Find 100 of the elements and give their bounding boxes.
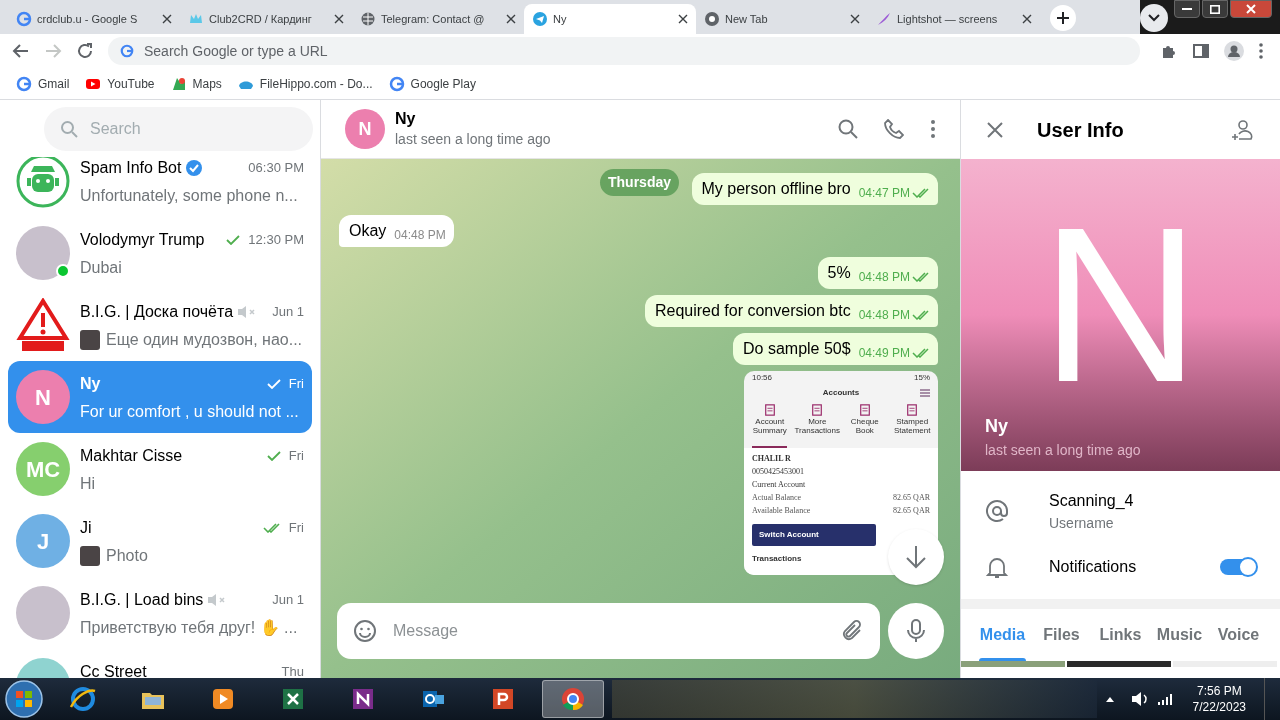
chat-list-item[interactable]: MC Makhtar Cisse Fri Hi: [8, 433, 312, 505]
account-type: Current Account: [752, 479, 807, 491]
reload-icon[interactable]: [76, 42, 94, 60]
chat-preview: Hi: [80, 474, 96, 494]
chat-list-item[interactable]: J Ji Fri Photo: [8, 505, 312, 577]
new-tab-button[interactable]: [1050, 5, 1076, 31]
google-icon: [388, 75, 405, 92]
close-button[interactable]: [1230, 0, 1272, 18]
message-text-input[interactable]: Message: [393, 619, 826, 643]
account-number: 0050425453001: [752, 466, 805, 478]
close-icon[interactable]: [987, 121, 1003, 138]
message-input[interactable]: Message: [337, 603, 880, 659]
chat-name: Ny: [80, 374, 101, 394]
minimize-button[interactable]: [1174, 0, 1200, 18]
chat-list-item[interactable]: Spam Info Bot 06:30 PM Unfortunately, some phone n...: [8, 157, 312, 217]
close-icon[interactable]: [334, 14, 344, 24]
start-button-icon[interactable]: [4, 679, 44, 719]
media-tab[interactable]: Music: [1150, 609, 1209, 661]
search-field[interactable]: Search: [44, 106, 313, 151]
scroll-down-button[interactable]: [888, 529, 944, 585]
close-icon[interactable]: [850, 14, 860, 24]
bookmark-link[interactable]: Gmail: [16, 74, 70, 93]
chat-name: Makhtar Cisse: [80, 446, 183, 466]
search-icon[interactable]: [838, 119, 858, 139]
close-icon[interactable]: [678, 14, 688, 24]
address-bar[interactable]: Search Google or type a URL: [108, 37, 1140, 65]
panel-title: User Info: [1037, 117, 1124, 143]
media-tab[interactable]: Files: [1032, 609, 1091, 661]
profile-icon[interactable]: [1224, 41, 1244, 61]
bookmark-link[interactable]: FileHippo.com - Do...: [237, 74, 373, 93]
close-icon[interactable]: [162, 14, 172, 24]
phone-clock: 10:56: [752, 371, 773, 384]
profile-name: Ny: [985, 415, 1009, 438]
chat-time: Fri: [288, 447, 304, 466]
bookmark-link[interactable]: Maps: [170, 74, 222, 93]
chevron-down-icon: [1148, 14, 1160, 22]
avatar: N: [345, 109, 385, 149]
clock-date: 7/22/2023: [1192, 699, 1246, 715]
bell-icon: [985, 555, 1009, 579]
chat-preview: Приветствую тебя друг! ✋ ...: [80, 618, 298, 638]
media-tab[interactable]: Links: [1091, 609, 1150, 661]
signal-bars-icon[interactable]: [1156, 692, 1175, 706]
browser-icon: [69, 685, 97, 713]
menu-icon[interactable]: [1258, 42, 1264, 60]
chat-time: Fri: [288, 375, 304, 394]
back-icon[interactable]: [12, 42, 30, 60]
microphone-icon: [907, 619, 925, 643]
chat-list-item[interactable]: B.I.G. | Доска почёта Jun 1 Еще один мудозвон, нао...: [8, 289, 312, 361]
menu-icon: [920, 389, 930, 397]
balance-label: Available Balance: [752, 505, 811, 517]
microphone-button[interactable]: [888, 603, 944, 659]
emoji-icon[interactable]: [353, 619, 377, 643]
bookmark-link[interactable]: Google Play: [388, 74, 476, 93]
document-icon: [858, 404, 871, 416]
tab-search-button[interactable]: [1140, 4, 1168, 32]
bookmark-link[interactable]: YouTube: [85, 74, 155, 93]
browser-tab[interactable]: crdclub.u - Google S: [8, 4, 180, 34]
google-icon: [16, 11, 32, 27]
chat-title: Ny: [395, 108, 417, 129]
tray-arrow-icon[interactable]: [1104, 695, 1115, 703]
section-heading: Transactions: [752, 553, 802, 565]
avatar-photo-placeholder: [16, 226, 70, 280]
notifications-toggle[interactable]: [1220, 559, 1256, 575]
chat-time: 12:30 PM: [248, 231, 304, 250]
chat-preview: Photo: [106, 546, 148, 566]
message-text: Do sample 50$: [743, 339, 851, 359]
chat-preview: For ur comfort , u should not ...: [80, 402, 299, 422]
browser-tab[interactable]: Lightshot — screens: [868, 4, 1040, 34]
message-time: 04:47 PM: [858, 185, 910, 202]
browser-tab[interactable]: Ny: [524, 4, 696, 34]
username-row[interactable]: Scanning_4 Username: [961, 481, 1280, 541]
maximize-icon: [1210, 4, 1220, 14]
chat-list-item[interactable]: Volodymyr Trump 12:30 PM Dubai: [8, 217, 312, 289]
side-panel-icon[interactable]: [1192, 42, 1210, 60]
close-icon[interactable]: [506, 14, 516, 24]
chat-time: Fri: [288, 519, 304, 538]
message-text: 5%: [827, 263, 851, 283]
google-icon: [16, 75, 32, 92]
phone-icon[interactable]: [884, 119, 904, 139]
message-time: 04:48 PM: [394, 227, 446, 244]
chat-time: Thu: [281, 663, 304, 678]
avatar: J: [16, 514, 70, 568]
add-user-icon[interactable]: [1230, 117, 1254, 142]
chrome-icon: [704, 11, 720, 27]
paperclip-icon[interactable]: [842, 619, 864, 643]
browser-icon: [559, 685, 587, 713]
browser-tab[interactable]: New Tab: [696, 4, 868, 34]
balance-value: 82.65 QAR: [893, 492, 930, 504]
browser-tab[interactable]: Club2CRD / Кардинг: [180, 4, 352, 34]
media-tab[interactable]: Voice: [1209, 609, 1268, 661]
speaker-icon[interactable]: [1130, 691, 1149, 707]
chat-list-item[interactable]: B.I.G. | Load bins Jun 1 Приветствую тебя друг! ✋ ...: [8, 577, 312, 649]
globe-icon: [360, 11, 376, 27]
date-badge: Thursday: [600, 169, 679, 196]
maximize-button[interactable]: [1202, 0, 1228, 18]
google-icon: [120, 44, 134, 58]
close-icon[interactable]: [1022, 14, 1032, 24]
more-icon[interactable]: [930, 119, 936, 139]
chat-preview: Dubai: [80, 258, 122, 278]
browser-tab[interactable]: Telegram: Contact @: [352, 4, 524, 34]
